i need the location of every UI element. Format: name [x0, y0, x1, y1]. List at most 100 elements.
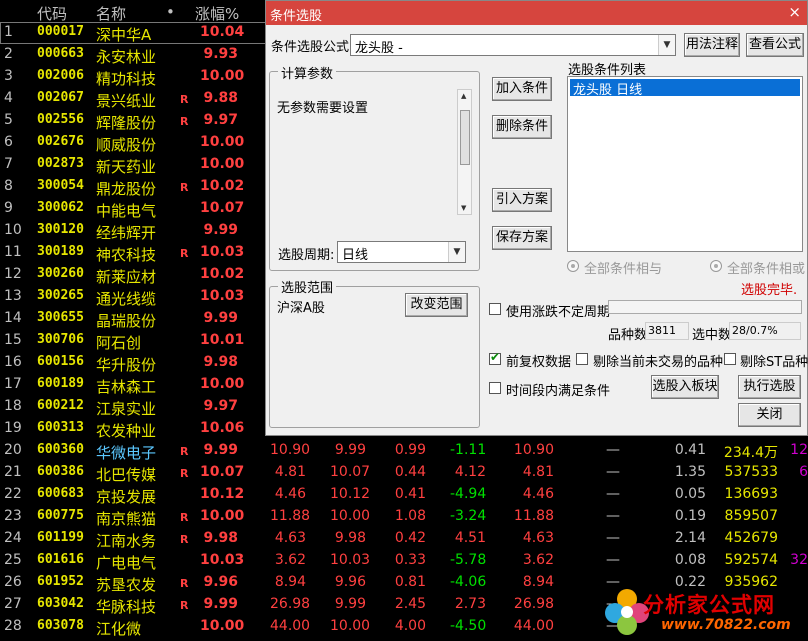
change-pct: 10.04 — [200, 24, 245, 40]
chevron-down-icon[interactable]: ▼ — [658, 35, 675, 55]
change-range-button[interactable]: 改变范围 — [405, 293, 468, 317]
change-pct: 10.12 — [200, 486, 245, 502]
stock-name: 农发种业 — [96, 422, 157, 440]
radio-and[interactable] — [567, 260, 579, 272]
save-scheme-button[interactable]: 保存方案 — [492, 226, 552, 250]
row-index: 28 — [4, 618, 22, 634]
import-scheme-button[interactable]: 引入方案 — [492, 188, 552, 212]
row-value: 2.14 — [674, 530, 706, 546]
row-value: 10.90 — [513, 442, 554, 458]
row-value: 10.03 — [330, 552, 371, 568]
row-value: 2.73 — [454, 596, 486, 612]
row-value: 0.81 — [394, 574, 426, 590]
variable-period-checkbox[interactable] — [489, 303, 501, 315]
dialog-title: 条件选股 — [266, 1, 807, 25]
change-pct: 9.96 — [203, 574, 238, 590]
close-icon[interactable]: × — [788, 3, 801, 21]
row-index: 6 — [4, 134, 13, 150]
chevron-down-icon[interactable]: ▼ — [448, 242, 465, 262]
formula-select[interactable]: 龙头股 - ▼ — [350, 34, 676, 56]
condition-list-item[interactable]: 龙头股 日线 — [570, 79, 800, 98]
row-value: 10.07 — [330, 464, 371, 480]
row-value: 9.98 — [334, 530, 366, 546]
stock-name: 华脉科技 — [96, 598, 157, 616]
exclude-st-checkbox[interactable] — [724, 353, 736, 365]
table-row[interactable]: 20 600360 华微电子 R 9.99 10.90 9.99 0.99 -1.11 10.90… — [0, 440, 808, 462]
variable-period-label: 使用涨跌不定周期 — [506, 305, 611, 320]
stock-code: 002676 — [37, 134, 84, 149]
row-index: 9 — [4, 200, 13, 216]
row-index: 15 — [4, 332, 22, 348]
row-value: 0.08 — [674, 552, 706, 568]
row-value: 44.00 — [513, 618, 554, 634]
stock-name: 永安林业 — [96, 48, 157, 66]
header-name[interactable]: 名称 — [96, 3, 126, 24]
row-value: 0.41 — [394, 486, 426, 502]
time-range-checkbox[interactable] — [489, 382, 501, 394]
row-value: 32 — [790, 552, 808, 568]
row-value: 4.12 — [454, 464, 486, 480]
period-value: 日线 — [342, 248, 369, 263]
count-field: 3811 — [645, 322, 689, 340]
row-index: 22 — [4, 486, 22, 502]
stock-code: 603042 — [37, 596, 84, 611]
change-pct: 10.00 — [200, 68, 245, 84]
row-value: 3.62 — [274, 552, 306, 568]
status-text: 选股完毕. — [741, 283, 798, 298]
row-value: 8.94 — [522, 574, 554, 590]
change-pct: 9.93 — [203, 46, 238, 62]
row-index: 1 — [4, 24, 13, 40]
add-condition-button[interactable]: 加入条件 — [492, 77, 552, 101]
row-value: 592574 — [724, 552, 778, 568]
row-value: 4.51 — [454, 530, 486, 546]
stock-code: 600360 — [37, 442, 84, 457]
condition-list[interactable]: 龙头股 日线 — [567, 76, 803, 252]
row-value: — — [606, 508, 620, 524]
stock-name: 中能电气 — [96, 202, 157, 220]
to-block-button[interactable]: 选股入板块 — [651, 375, 719, 399]
table-row[interactable]: 24 601199 江南水务 R 9.98 4.63 9.98 0.42 4.51 4.63 — 2.… — [0, 528, 808, 550]
row-index: 12 — [4, 266, 22, 282]
row-index: 18 — [4, 398, 22, 414]
stock-code: 300706 — [37, 332, 84, 347]
scroll-down-icon[interactable]: ▼ — [461, 204, 466, 212]
radio-or-label: 全部条件相或 — [727, 262, 806, 277]
row-value: — — [606, 552, 620, 568]
row-value: 3.62 — [522, 552, 554, 568]
execute-button[interactable]: 执行选股 — [738, 375, 801, 399]
period-select[interactable]: 日线 ▼ — [337, 241, 466, 263]
header-pct[interactable]: 涨幅% — [195, 3, 239, 24]
exclude-untraded-checkbox[interactable] — [576, 353, 588, 365]
header-code[interactable]: 代码 — [37, 3, 67, 24]
stock-name: 顺威股份 — [96, 136, 157, 154]
row-value: 11.88 — [270, 508, 311, 524]
scrollbar-thumb[interactable] — [460, 110, 470, 165]
row-index: 27 — [4, 596, 22, 612]
delete-condition-button[interactable]: 删除条件 — [492, 115, 552, 139]
row-index: 14 — [4, 310, 22, 326]
adjusted-data-checkbox[interactable]: ✔ — [489, 350, 501, 365]
dialog-close-button[interactable]: 关闭 — [738, 403, 801, 427]
row-value: 11.88 — [513, 508, 554, 524]
change-pct: 10.00 — [200, 508, 245, 524]
table-row[interactable]: 22 600683 京投发展 10.12 4.46 10.12 0.41 -4.94 4.46 —… — [0, 484, 808, 506]
row-value: 4.81 — [522, 464, 554, 480]
change-pct: 10.00 — [200, 376, 245, 392]
row-value: 0.05 — [674, 486, 706, 502]
row-value: 4.46 — [274, 486, 306, 502]
row-value: 44.00 — [270, 618, 311, 634]
usage-notes-button[interactable]: 用法注释 — [684, 33, 740, 57]
row-value: 9.96 — [334, 574, 366, 590]
stock-code: 002873 — [37, 156, 84, 171]
view-formula-button[interactable]: 查看公式 — [746, 33, 804, 57]
table-row[interactable]: 23 600775 南京熊猫 R 10.00 11.88 10.00 1.08 -3.24 11.… — [0, 506, 808, 528]
radio-or[interactable] — [710, 260, 722, 272]
scroll-up-icon[interactable]: ▲ — [461, 92, 466, 100]
stock-name: 阿石创 — [96, 334, 142, 352]
table-row[interactable]: 25 601616 广电电气 10.03 3.62 10.03 0.33 -5.78 3.62 —… — [0, 550, 808, 572]
row-value: — — [606, 464, 620, 480]
row-value: -4.94 — [450, 486, 487, 502]
table-row[interactable]: 21 600386 北巴传媒 R 10.07 4.81 10.07 0.44 4.12 4.81 —… — [0, 462, 808, 484]
row-value: — — [606, 530, 620, 546]
params-scrollbar[interactable]: ▲ ▼ — [457, 89, 472, 215]
